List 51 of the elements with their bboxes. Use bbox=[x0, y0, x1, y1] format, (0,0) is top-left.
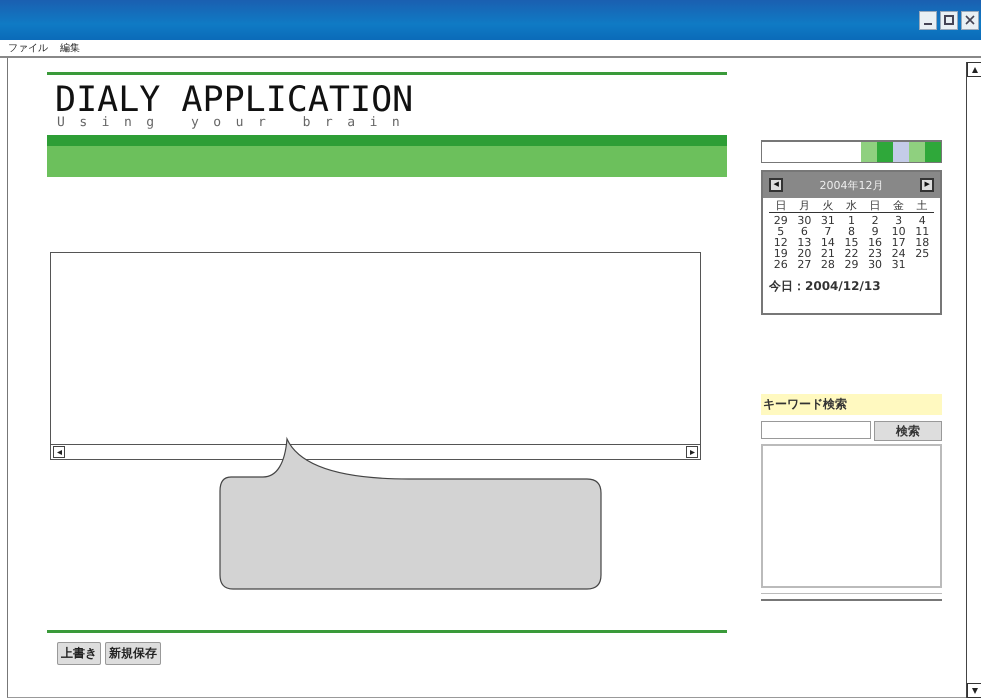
calendar-day[interactable]: 30 bbox=[863, 259, 887, 270]
menu-item[interactable]: 編集 bbox=[60, 41, 80, 55]
today-date: 今日：2004/12/13 bbox=[768, 278, 882, 295]
calendar-month: 2004年12月 bbox=[820, 178, 884, 192]
search-button[interactable]: 検索 bbox=[874, 421, 942, 441]
save-button[interactable]: 新規保存 bbox=[105, 642, 161, 665]
calendar-day[interactable]: 12 bbox=[769, 237, 793, 248]
calendar-day[interactable]: 19 bbox=[769, 248, 793, 259]
calendar-day[interactable]: 13 bbox=[792, 237, 816, 248]
calendar-day[interactable]: 31 bbox=[886, 259, 910, 270]
weekday-label: 土 bbox=[910, 200, 934, 213]
weekday-label: 月 bbox=[792, 200, 816, 213]
calendar-day[interactable]: 18 bbox=[910, 237, 934, 248]
calendar-day[interactable]: 15 bbox=[840, 237, 864, 248]
calendar-day[interactable]: 8 bbox=[840, 226, 864, 237]
calendar-day[interactable]: 24 bbox=[886, 248, 910, 259]
calendar-day[interactable]: 5 bbox=[769, 226, 793, 237]
calendar-day[interactable]: 29 bbox=[840, 259, 864, 270]
app-subtitle: Using your brain bbox=[57, 117, 414, 129]
calendar-day[interactable]: 11 bbox=[910, 226, 934, 237]
calendar-day[interactable]: 16 bbox=[863, 237, 887, 248]
calendar-day[interactable]: 26 bbox=[769, 259, 793, 270]
calendar-day[interactable]: 31 bbox=[816, 215, 840, 226]
calendar-day[interactable]: 2 bbox=[863, 215, 887, 226]
calendar-day[interactable]: 30 bbox=[792, 215, 816, 226]
calendar-day[interactable]: 27 bbox=[792, 259, 816, 270]
weekday-label: 金 bbox=[886, 200, 910, 213]
calendar-day[interactable]: 14 bbox=[816, 237, 840, 248]
weekday-label: 火 bbox=[816, 200, 840, 213]
weekday-label: 日 bbox=[863, 200, 887, 213]
calendar-day[interactable]: 4 bbox=[910, 215, 934, 226]
calendar-day[interactable]: 1 bbox=[840, 215, 864, 226]
app-title: DIALY APPLICATION bbox=[55, 83, 414, 117]
keyword-search-label: キーワード検索 bbox=[761, 394, 942, 415]
calendar-day[interactable]: 10 bbox=[886, 226, 910, 237]
weekday-label: 日 bbox=[769, 200, 793, 213]
save-button[interactable]: 上書き bbox=[57, 642, 101, 665]
calendar-day[interactable]: 29 bbox=[769, 215, 793, 226]
calendar-day[interactable]: 22 bbox=[840, 248, 864, 259]
calendar-day[interactable]: 17 bbox=[886, 237, 910, 248]
weekday-label: 水 bbox=[840, 200, 864, 213]
calendar-day[interactable]: 7 bbox=[816, 226, 840, 237]
calendar-day[interactable]: 28 bbox=[816, 259, 840, 270]
calendar-day[interactable]: 23 bbox=[863, 248, 887, 259]
calendar-day[interactable]: 9 bbox=[863, 226, 887, 237]
calendar-day[interactable]: 3 bbox=[886, 215, 910, 226]
menu-item[interactable]: ファイル bbox=[8, 41, 48, 55]
calendar-day[interactable]: 6 bbox=[792, 226, 816, 237]
calendar-day[interactable]: 21 bbox=[816, 248, 840, 259]
calendar-day[interactable]: 25 bbox=[910, 248, 934, 259]
calendar-day[interactable]: 20 bbox=[792, 248, 816, 259]
